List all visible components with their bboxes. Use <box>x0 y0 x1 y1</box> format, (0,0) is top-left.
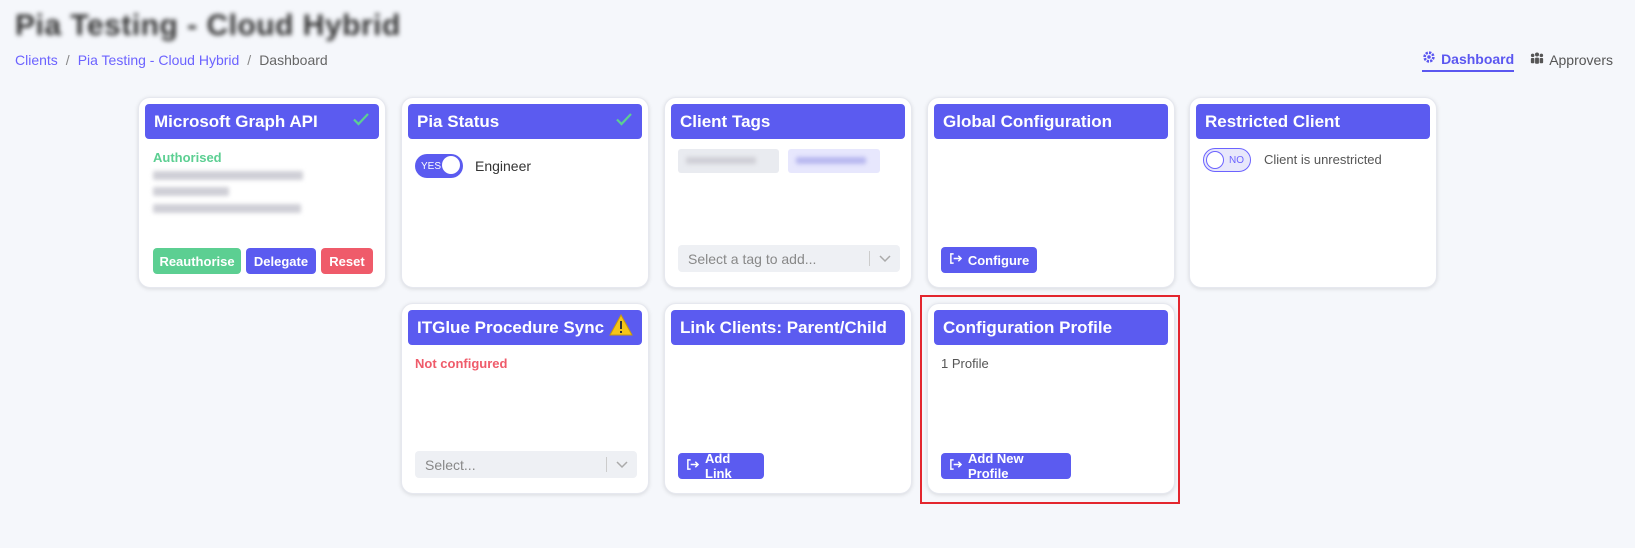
card-restricted-client: Restricted Client NO Client is unrestric… <box>1189 97 1437 288</box>
warning-icon <box>609 313 633 341</box>
page-title: Pia Testing - Cloud Hybrid <box>15 9 401 42</box>
breadcrumb-current: Dashboard <box>259 52 328 68</box>
configure-label: Configure <box>967 252 1030 268</box>
tag-select-placeholder: Select a tag to add... <box>688 250 817 267</box>
chevron-down-icon <box>615 457 629 471</box>
restricted-toggle[interactable]: NO <box>1203 148 1251 172</box>
redacted-tag <box>686 157 756 164</box>
redacted-tag <box>796 157 866 164</box>
card-title: Restricted Client <box>1205 111 1341 131</box>
card-pia-status: Pia Status YES Engineer <box>401 97 649 288</box>
breadcrumb-client[interactable]: Pia Testing - Cloud Hybrid <box>78 52 240 68</box>
tag-chip[interactable] <box>788 149 880 173</box>
add-link-label: Add Link <box>705 451 732 481</box>
select-separator <box>869 251 870 266</box>
check-icon <box>352 110 370 133</box>
itglue-select-placeholder: Select... <box>425 456 476 473</box>
breadcrumb-separator: / <box>247 52 252 68</box>
toggle-label: YES <box>421 160 442 172</box>
redacted-detail <box>153 204 301 213</box>
card-graph-api: Microsoft Graph API Authorised Reauthori… <box>138 97 386 288</box>
redacted-detail <box>153 171 303 180</box>
card-itglue-sync: ITGlue Procedure Sync Not configured Sel… <box>401 303 649 494</box>
engineer-toggle[interactable]: YES <box>415 154 463 178</box>
sign-out-icon <box>686 458 700 474</box>
card-title: ITGlue Procedure Sync <box>417 317 605 337</box>
card-header: Microsoft Graph API <box>145 104 379 139</box>
card-title: Link Clients: Parent/Child <box>680 317 887 337</box>
reauthorise-button[interactable]: Reauthorise <box>153 248 241 274</box>
tab-approvers[interactable]: Approvers <box>1530 50 1613 72</box>
sign-out-icon <box>949 252 962 268</box>
engineer-label: Engineer <box>475 158 532 174</box>
card-header: Link Clients: Parent/Child <box>671 310 905 345</box>
users-icon <box>1530 51 1544 68</box>
breadcrumb: Clients / Pia Testing - Cloud Hybrid / D… <box>15 52 328 68</box>
add-link-button[interactable]: Add Link <box>678 451 764 481</box>
breadcrumb-clients[interactable]: Clients <box>15 52 58 68</box>
card-global-config: Global Configuration Configure <box>927 97 1175 288</box>
check-icon <box>615 110 633 133</box>
auth-status: Authorised <box>153 150 222 165</box>
card-link-clients: Link Clients: Parent/Child Add Link <box>664 303 912 494</box>
card-header: Pia Status <box>408 104 642 139</box>
configure-button[interactable]: Configure <box>941 247 1037 273</box>
card-title: Pia Status <box>417 111 500 131</box>
delegate-button[interactable]: Delegate <box>246 248 316 274</box>
tab-dashboard-label: Dashboard <box>1441 50 1515 67</box>
card-header: Restricted Client <box>1196 104 1430 139</box>
tag-chip[interactable] <box>678 149 779 173</box>
tab-dashboard[interactable]: Dashboard <box>1422 50 1515 72</box>
reset-button[interactable]: Reset <box>321 248 373 274</box>
card-header: Client Tags <box>671 104 905 139</box>
card-title: Global Configuration <box>943 111 1113 131</box>
restricted-label: Client is unrestricted <box>1264 152 1382 167</box>
itglue-status: Not configured <box>415 356 508 371</box>
breadcrumb-separator: / <box>65 52 70 68</box>
toggle-label: NO <box>1229 154 1244 166</box>
card-header: ITGlue Procedure Sync <box>408 310 642 345</box>
highlight-box <box>920 295 1180 504</box>
top-tabs: Dashboard Approvers <box>1422 50 1613 72</box>
redacted-detail <box>153 187 229 196</box>
card-title: Client Tags <box>680 111 771 131</box>
chevron-down-icon <box>878 251 892 265</box>
select-separator <box>606 457 607 472</box>
toggle-knob <box>442 156 460 174</box>
card-header: Global Configuration <box>934 104 1168 139</box>
itglue-select[interactable]: Select... <box>415 451 637 478</box>
gear-icon <box>1422 50 1436 67</box>
tab-approvers-label: Approvers <box>1549 51 1613 68</box>
toggle-knob <box>1206 151 1224 169</box>
tag-select[interactable]: Select a tag to add... <box>678 245 900 272</box>
card-title: Microsoft Graph API <box>154 111 318 131</box>
card-client-tags: Client Tags Select a tag to add... <box>664 97 912 288</box>
